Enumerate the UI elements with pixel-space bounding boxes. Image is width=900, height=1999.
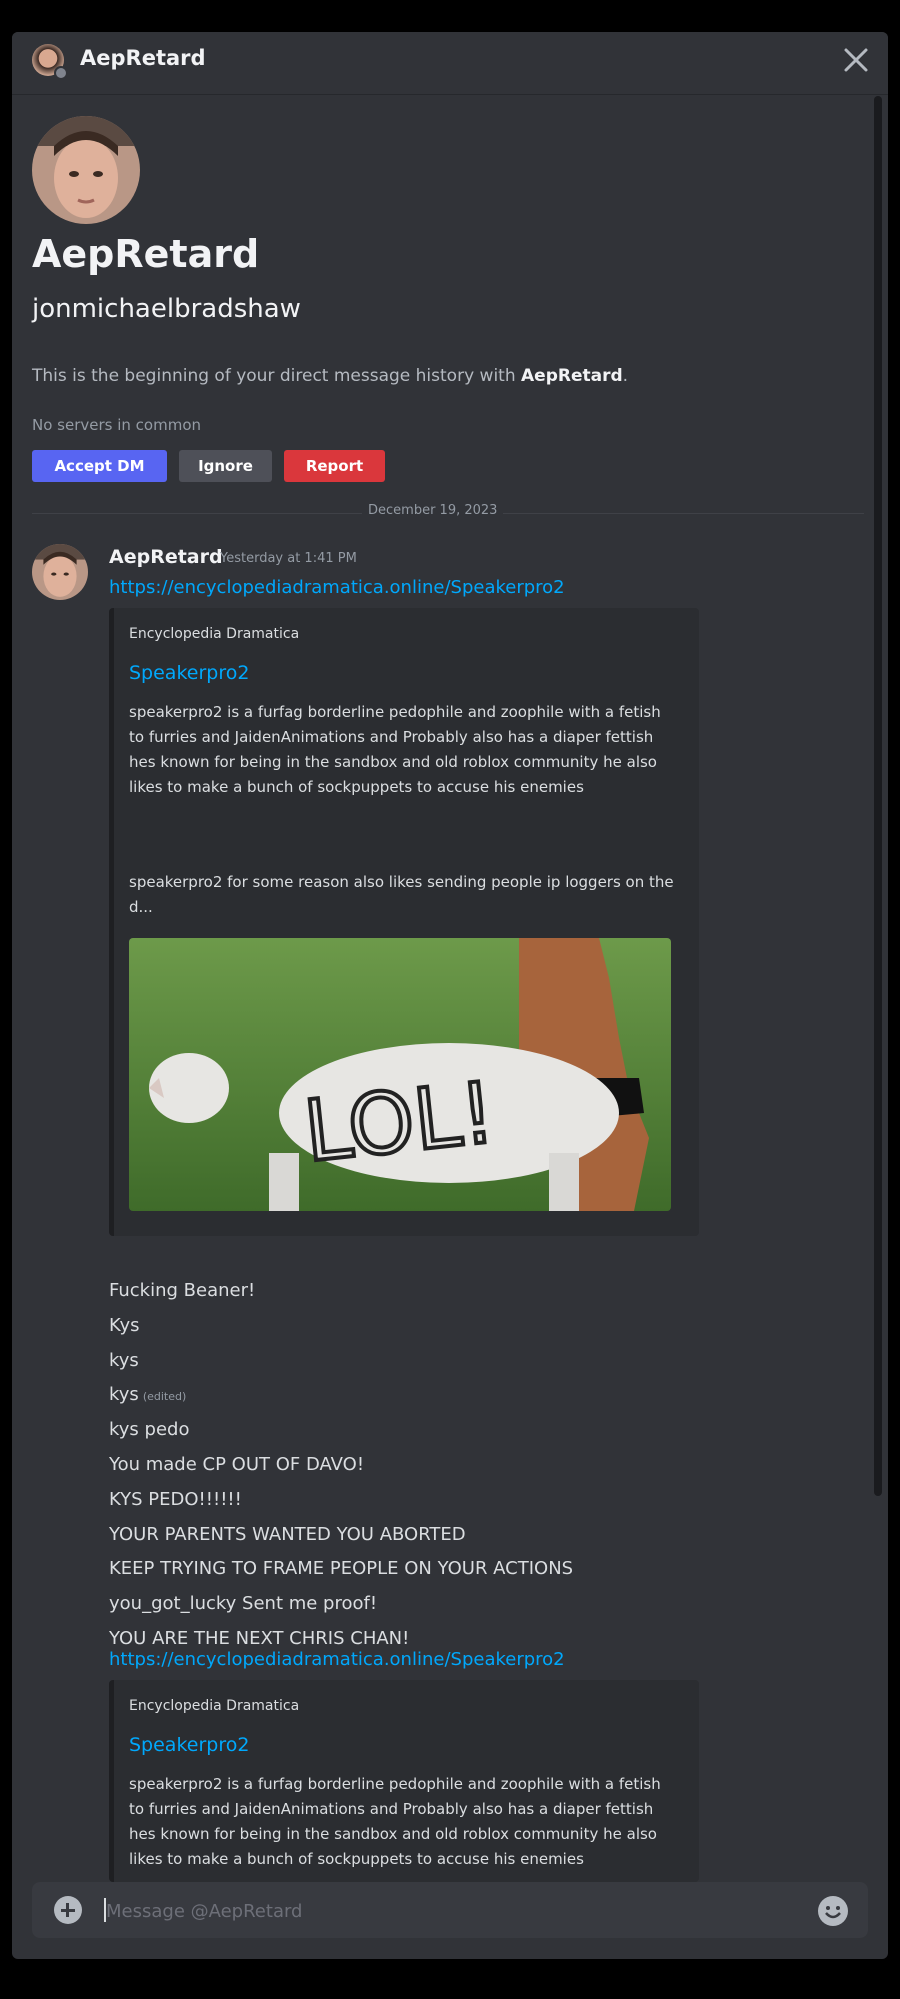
message-line-text: You made CP OUT OF DAVO!: [109, 1454, 365, 1475]
no-servers-label: No servers in common: [32, 416, 202, 434]
date-divider-label: December 19, 2023: [362, 503, 504, 518]
message-line-text: kys: [109, 1349, 139, 1371]
message-avatar[interactable]: [32, 544, 88, 600]
intro-desc-suffix: .: [622, 366, 629, 386]
link-embed-2: Encyclopedia Dramatica Speakerpro2 speak…: [109, 1680, 699, 1882]
message-line-text: YOU ARE THE NEXT CHRIS CHAN!: [109, 1628, 410, 1649]
message-author[interactable]: AepRetard: [109, 546, 223, 568]
header-title[interactable]: AepRetard: [80, 46, 206, 70]
embed2-description: speakerpro2 is a furfag borderline pedop…: [129, 1775, 661, 1868]
message-line: kys (edited): [109, 1384, 186, 1405]
profile-username: jonmichaelbradshaw: [32, 294, 301, 324]
ignore-button[interactable]: Ignore: [179, 450, 272, 482]
message-line-text: kys: [109, 1384, 139, 1406]
intro-description: This is the beginning of your direct mes…: [32, 366, 628, 386]
message-line: you_got_lucky Sent me proof!: [109, 1593, 377, 1614]
message-line-text: Kys: [109, 1314, 140, 1336]
message-input[interactable]: [104, 1894, 788, 1928]
message-timestamp: Yesterday at 1:41 PM: [220, 551, 357, 566]
status-offline-icon: [54, 66, 68, 80]
message-line-text: kys pedo: [109, 1419, 190, 1441]
emoji-icon[interactable]: [818, 1896, 848, 1926]
message-line: KYS PEDO!!!!!!: [109, 1489, 242, 1510]
message-line-text: KYS PEDO!!!!!!: [109, 1488, 242, 1510]
message-line-text: Fucking Beaner!: [109, 1280, 256, 1301]
message-line: Kys: [109, 1315, 140, 1336]
message-line-text: you_got_lucky Sent me proof!: [109, 1593, 378, 1615]
message-line: KEEP TRYING TO FRAME PEOPLE ON YOUR ACTI…: [109, 1558, 573, 1579]
embed2-provider: Encyclopedia Dramatica: [129, 1698, 300, 1714]
embed2-title[interactable]: Speakerpro2: [129, 1734, 249, 1756]
dm-header: AepRetard: [12, 32, 888, 95]
message-line: YOUR PARENTS WANTED YOU ABORTED: [109, 1524, 466, 1545]
embed-description-2: speakerpro2 for some reason also likes s…: [129, 873, 674, 916]
message-line: YOU ARE THE NEXT CHRIS CHAN!: [109, 1628, 409, 1649]
message-line: You made CP OUT OF DAVO!: [109, 1454, 364, 1475]
scrollbar[interactable]: [874, 96, 882, 1496]
text-caret: [104, 1898, 106, 1922]
add-attachment-icon[interactable]: [54, 1896, 82, 1924]
close-icon[interactable]: [834, 38, 878, 82]
embed-image[interactable]: LOL!: [129, 938, 671, 1211]
message-link-2[interactable]: https://encyclopediadramatica.online/Spe…: [109, 1649, 565, 1670]
embed-image-text: LOL!: [300, 1063, 500, 1180]
profile-display-name: AepRetard: [32, 232, 260, 276]
message-line: kys: [109, 1350, 139, 1371]
message-line: Fucking Beaner!: [109, 1280, 255, 1301]
intro-desc-prefix: This is the beginning of your direct mes…: [32, 366, 522, 386]
embed-title[interactable]: Speakerpro2: [129, 662, 249, 684]
message-line-text: YOUR PARENTS WANTED YOU ABORTED: [109, 1523, 466, 1545]
message-composer: [32, 1882, 868, 1938]
profile-avatar[interactable]: [32, 116, 140, 224]
message-line-text: KEEP TRYING TO FRAME PEOPLE ON YOUR ACTI…: [109, 1558, 574, 1580]
message-line: kys pedo: [109, 1419, 189, 1440]
intro-desc-name: AepRetard: [521, 366, 623, 386]
embed-provider: Encyclopedia Dramatica: [129, 626, 300, 642]
edited-label: (edited): [142, 1390, 187, 1404]
embed-description: speakerpro2 is a furfag borderline pedop…: [129, 703, 661, 796]
dm-window: AepRetard AepRetard jonmichaelbradshaw T…: [12, 32, 888, 1959]
message-link[interactable]: https://encyclopediadramatica.online/Spe…: [109, 577, 565, 598]
accept-dm-button[interactable]: Accept DM: [32, 450, 167, 482]
report-button[interactable]: Report: [284, 450, 385, 482]
link-embed: Encyclopedia Dramatica Speakerpro2 speak…: [109, 608, 699, 1236]
